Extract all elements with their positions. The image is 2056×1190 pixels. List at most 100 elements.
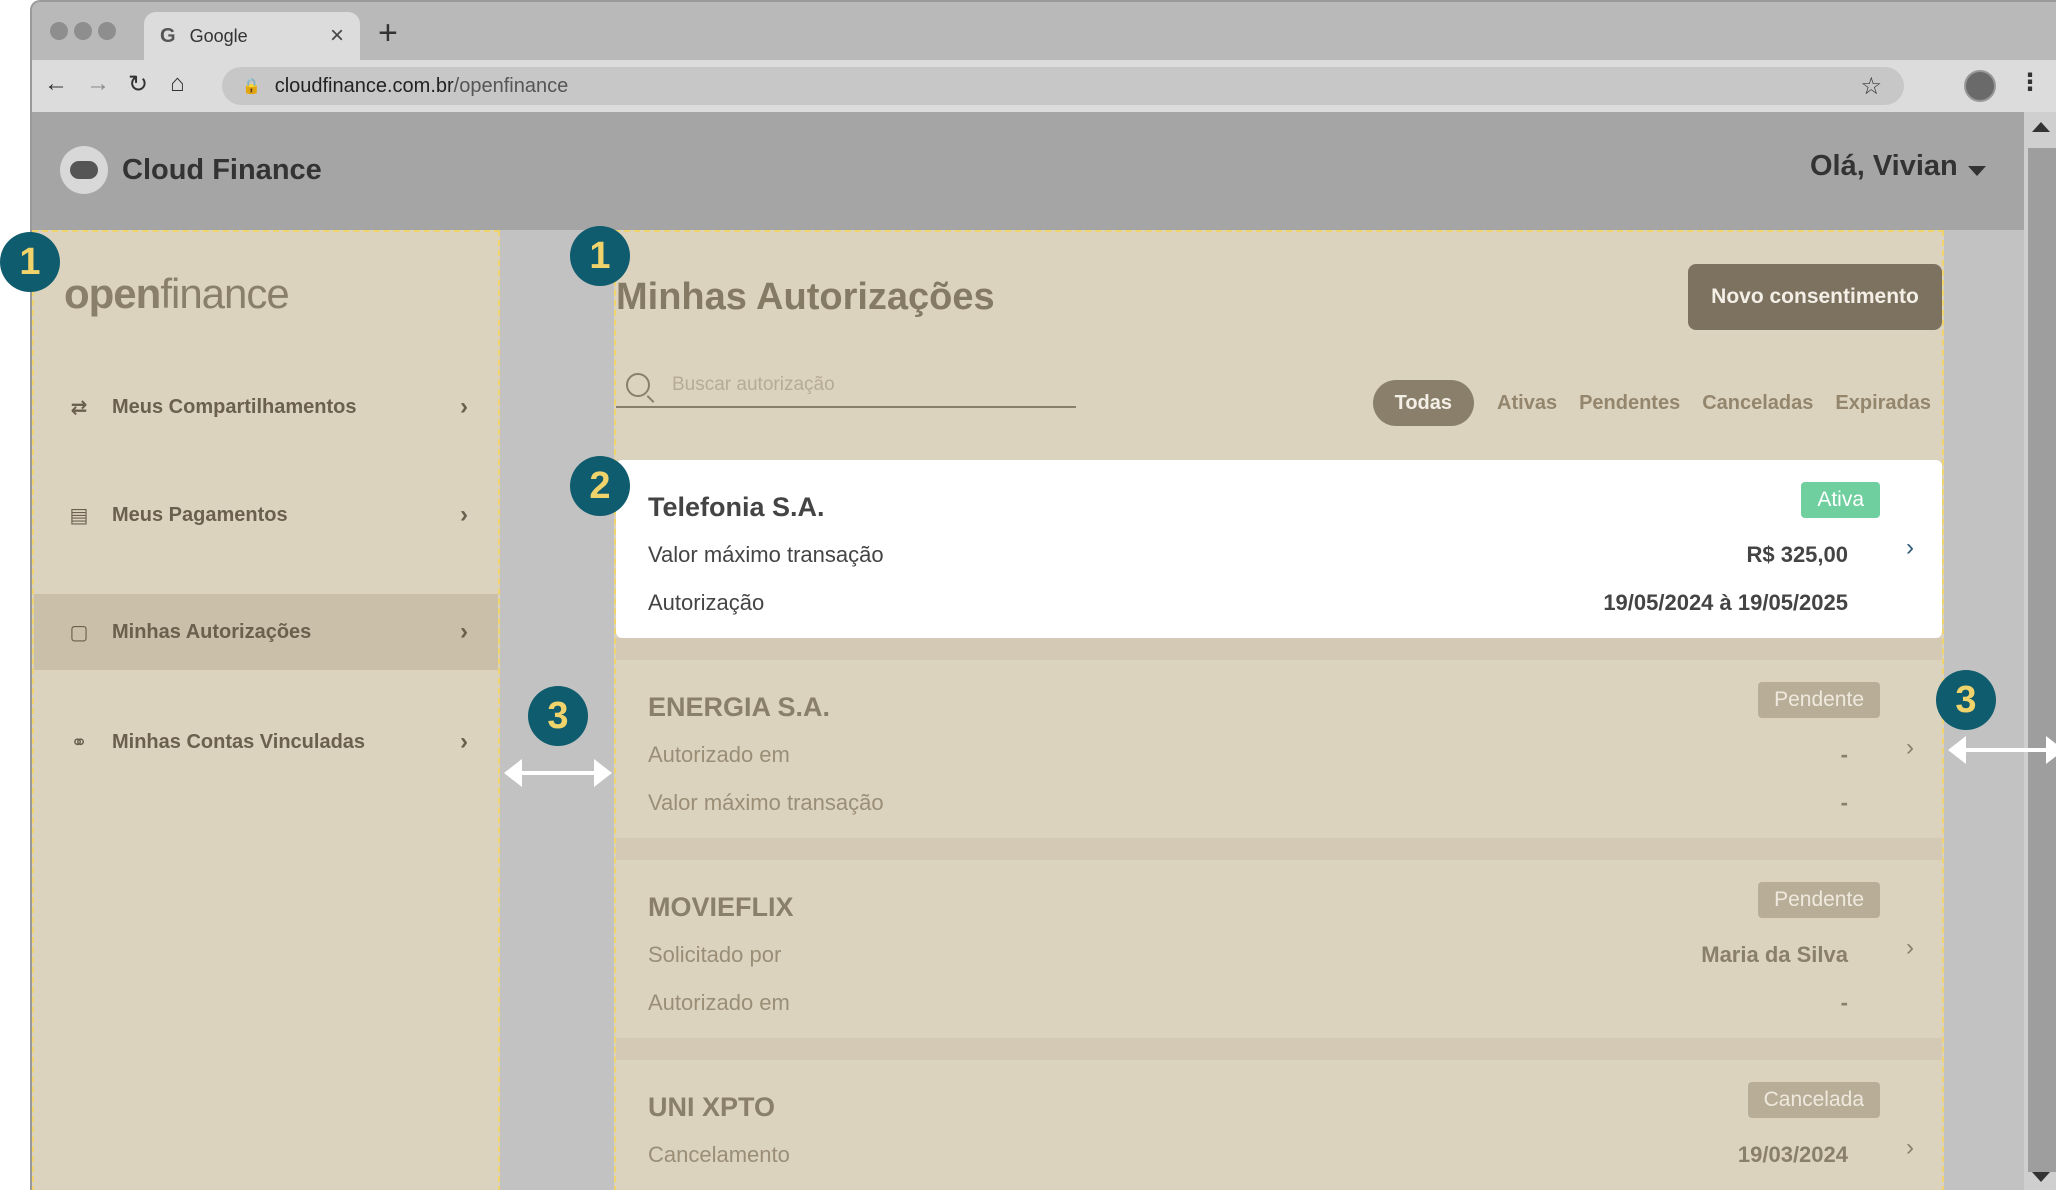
- scroll-down-icon[interactable]: [2032, 1172, 2050, 1182]
- annotation-marker-1-main: 1: [570, 226, 630, 286]
- card-row-label: Cancelamento: [648, 1142, 790, 1167]
- card-row-label: Valor máximo transação: [648, 790, 884, 815]
- maximize-window-icon[interactable]: [98, 22, 116, 40]
- sidebar-item-autorizacoes[interactable]: ▢ Minhas Autorizações ›: [34, 594, 498, 670]
- card-row-value: Maria da Silva: [1701, 942, 1848, 967]
- chevron-right-icon: ›: [460, 618, 468, 645]
- card-row: Autorizado em -: [648, 990, 1848, 1016]
- chevron-right-icon: ›: [460, 728, 468, 755]
- sidebar-item-label: Meus Pagamentos: [112, 503, 288, 526]
- status-badge: Pendente: [1758, 682, 1880, 718]
- status-badge: Cancelada: [1747, 1082, 1880, 1118]
- card-row-label: Autorizado em: [648, 990, 790, 1015]
- card-row-label: Autorização: [648, 590, 765, 615]
- filter-expiradas[interactable]: Expiradas: [1824, 380, 1942, 426]
- page-body: openfinance ⇄ Meus Compartilhamentos › ▤…: [32, 230, 2056, 1190]
- annotation-marker-3-right: 3: [1936, 670, 1996, 730]
- document-check-icon: ▢: [69, 621, 89, 644]
- card-company-name: MOVIEFLIX: [648, 892, 794, 922]
- chevron-right-icon[interactable]: ›: [1906, 734, 1914, 762]
- openfinance-logo: openfinance: [64, 270, 290, 317]
- scroll-thumb[interactable]: [2028, 148, 2056, 1172]
- minimize-window-icon[interactable]: [74, 22, 92, 40]
- browser-window: G Google × + ← → ↻ ⌂ 🔒 cloudfinance.com.…: [30, 0, 2056, 1190]
- link-icon: ⚭: [70, 731, 88, 754]
- card-separator: [616, 838, 1942, 860]
- card-row-label: Autorizado em: [648, 742, 790, 767]
- sidebar-item-label: Minhas Contas Vinculadas: [112, 730, 366, 753]
- sidebar-item-pagamentos[interactable]: ▤ Meus Pagamentos ›: [34, 477, 498, 553]
- sidebar-item-contas-vinculadas[interactable]: ⚭ Minhas Contas Vinculadas ›: [34, 704, 498, 780]
- forward-icon[interactable]: →: [86, 70, 110, 98]
- card-row: Solicitado por Maria da Silva: [648, 942, 1848, 968]
- browser-tab[interactable]: G Google ×: [144, 12, 360, 60]
- chevron-right-icon[interactable]: ›: [1906, 1134, 1914, 1162]
- search-icon: [626, 373, 650, 397]
- filter-ativas[interactable]: Ativas: [1486, 380, 1568, 426]
- card-company-name: UNI XPTO: [648, 1092, 776, 1122]
- annotation-marker-1-sidebar: 1: [0, 232, 60, 292]
- sidebar-item-label: Minhas Autorizações: [112, 620, 312, 643]
- home-icon[interactable]: ⌂: [170, 70, 185, 98]
- card-row-label: Solicitado por: [648, 942, 782, 967]
- payment-icon: ▤: [69, 504, 89, 527]
- menu-kebab-icon[interactable]: ⋮: [2018, 68, 2042, 97]
- annotation-marker-2: 2: [570, 456, 630, 516]
- card-row-value: -: [1840, 990, 1848, 1015]
- filter-tabs: Todas Ativas Pendentes Canceladas Expira…: [1372, 380, 1942, 426]
- sidebar: openfinance ⇄ Meus Compartilhamentos › ▤…: [32, 230, 500, 1190]
- annotation-marker-3-left: 3: [528, 686, 588, 746]
- chevron-right-icon[interactable]: ›: [1906, 934, 1914, 962]
- close-tab-icon[interactable]: ×: [330, 22, 344, 50]
- spacing-arrow-left: [504, 759, 612, 787]
- sync-icon: ⇄: [70, 396, 88, 419]
- filter-todas[interactable]: Todas: [1372, 380, 1475, 426]
- address-bar[interactable]: 🔒 cloudfinance.com.br/openfinance ☆: [222, 67, 1904, 105]
- chevron-right-icon[interactable]: ›: [1906, 534, 1914, 562]
- status-badge: Ativa: [1801, 482, 1880, 518]
- authorization-card[interactable]: UNI XPTO Cancelada Cancelamento 19/03/20…: [616, 1060, 1942, 1190]
- main-content: Minhas Autorizações Novo consentimento T…: [614, 230, 1944, 1190]
- chevron-right-icon: ›: [460, 393, 468, 420]
- card-row: Autorizado em -: [648, 742, 1848, 768]
- card-row: Valor máximo transação -: [648, 790, 1848, 816]
- spacing-arrow-right: [1948, 736, 2056, 764]
- sidebar-item-compartilhamentos[interactable]: ⇄ Meus Compartilhamentos ›: [34, 369, 498, 445]
- sidebar-item-label: Meus Compartilhamentos: [112, 395, 357, 418]
- reload-icon[interactable]: ↻: [128, 70, 148, 99]
- new-tab-icon[interactable]: +: [378, 14, 398, 53]
- lock-icon: 🔒: [242, 78, 261, 95]
- authorization-card[interactable]: MOVIEFLIX Pendente Solicitado por Maria …: [616, 860, 1942, 1038]
- card-row-value: -: [1840, 742, 1848, 767]
- tab-title: Google: [189, 25, 248, 46]
- url-path: /openfinance: [453, 74, 569, 97]
- caret-down-icon[interactable]: [1968, 166, 1986, 176]
- app-header: Cloud Finance Olá, Vivian: [32, 112, 2024, 230]
- status-badge: Pendente: [1758, 882, 1880, 918]
- app-title: Cloud Finance: [122, 154, 322, 186]
- card-company-name: ENERGIA S.A.: [648, 692, 831, 722]
- card-row-value: -: [1840, 790, 1848, 815]
- filter-pendentes[interactable]: Pendentes: [1568, 380, 1691, 426]
- back-icon[interactable]: ←: [44, 70, 68, 98]
- card-row-label: Valor máximo transação: [648, 542, 884, 567]
- user-greeting[interactable]: Olá, Vivian: [1810, 150, 1958, 183]
- card-row: Autorização 19/05/2024 à 19/05/2025: [648, 590, 1848, 616]
- card-row: Valor máximo transação R$ 325,00: [648, 542, 1848, 568]
- browser-toolbar: ← → ↻ ⌂ 🔒 cloudfinance.com.br/openfinanc…: [32, 60, 2056, 112]
- bookmark-star-icon[interactable]: ☆: [1860, 72, 1882, 101]
- search-bar: [616, 364, 1076, 408]
- cloud-logo-icon: [60, 146, 108, 194]
- scroll-up-icon[interactable]: [2032, 122, 2050, 132]
- search-input[interactable]: [672, 374, 1052, 396]
- card-row-value: 19/05/2024 à 19/05/2025: [1603, 590, 1848, 615]
- profile-avatar[interactable]: [1964, 70, 1996, 102]
- filter-canceladas[interactable]: Canceladas: [1691, 380, 1824, 426]
- authorization-card[interactable]: Telefonia S.A. Ativa Valor máximo transa…: [616, 460, 1942, 638]
- authorization-card[interactable]: ENERGIA S.A. Pendente Autorizado em - Va…: [616, 660, 1942, 838]
- close-window-icon[interactable]: [50, 22, 68, 40]
- new-consent-button[interactable]: Novo consentimento: [1688, 264, 1942, 330]
- card-row-value: 19/03/2024: [1737, 1142, 1848, 1167]
- scrollbar[interactable]: [2024, 112, 2056, 1190]
- card-separator: [616, 1038, 1942, 1060]
